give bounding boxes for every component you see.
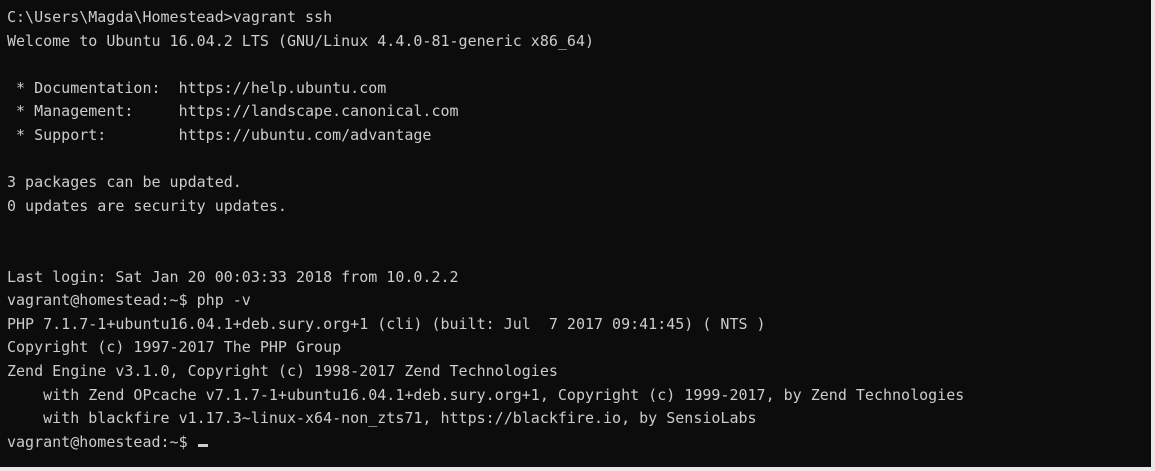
terminal-window[interactable]: C:\Users\Magda\Homestead>vagrant ssh Welc… [0,0,1155,471]
terminal-line: C:\Users\Magda\Homestead>vagrant ssh [7,8,333,26]
terminal-line: 3 packages can be updated. [7,173,242,192]
terminal-line: with Zend OPcache v7.1.7-1+ubuntu16.04.1… [7,385,965,404]
terminal-line: vagrant@homestead:~$ php -v [7,291,251,310]
terminal-line: Last login: Sat Jan 20 00:03:33 2018 fro… [7,267,459,286]
terminal-line: * Management: https://landscape.canonica… [7,102,459,121]
terminal-line: Copyright (c) 1997-2017 The PHP Group [7,338,342,357]
terminal-line: Zend Engine v3.1.0, Copyright (c) 1998-2… [7,361,558,380]
terminal-line: 0 updates are security updates. [7,196,287,215]
terminal-output[interactable]: C:\Users\Magda\Homestead>vagrant ssh Welc… [7,6,1151,454]
terminal-line: Welcome to Ubuntu 16.04.2 LTS (GNU/Linux… [7,31,594,50]
prompt-line[interactable]: vagrant@homestead:~$ [7,431,1151,455]
terminal-line: PHP 7.1.7-1+ubuntu16.04.1+deb.sury.org+1… [7,314,766,333]
text-cursor [197,443,208,447]
terminal-line: * Support: https://ubuntu.com/advantage [7,125,432,144]
terminal-line: * Documentation: https://help.ubuntu.com [7,78,387,97]
shell-prompt: vagrant@homestead:~$ [7,432,197,451]
terminal-line: with blackfire v1.17.3~linux-x64-non_zts… [7,409,757,428]
